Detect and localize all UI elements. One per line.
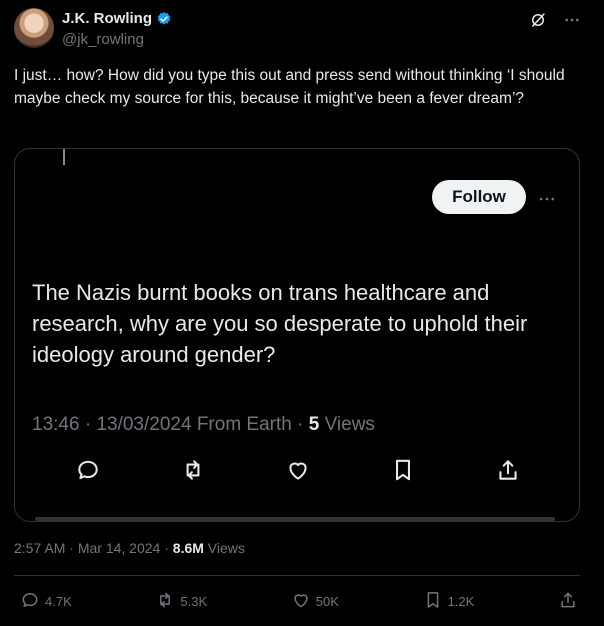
grok-icon[interactable] (528, 10, 548, 30)
repost-button[interactable]: 5.3K (155, 590, 207, 613)
embed-text: The Nazis burnt books on trans healthcar… (32, 280, 528, 367)
avatar[interactable] (14, 8, 54, 48)
embed-reply-icon[interactable] (73, 455, 103, 485)
share-button[interactable] (558, 590, 578, 613)
tweet-views-label: Views (207, 540, 245, 556)
tweet-meta: 2:57 AM · Mar 14, 2024 · 8.6M Views (14, 540, 245, 556)
bookmark-icon (423, 590, 443, 613)
embed-more-icon[interactable] (537, 189, 557, 209)
embed-bookmark-icon[interactable] (388, 455, 418, 485)
embed-action-bar (73, 455, 523, 485)
share-icon (558, 590, 578, 613)
embed-share-icon[interactable] (493, 455, 523, 485)
repost-count: 5.3K (180, 594, 208, 609)
more-icon[interactable] (562, 10, 582, 30)
embed-time: 13:46 (32, 414, 80, 435)
bookmark-button[interactable]: 1.2K (423, 590, 475, 613)
meta-separator: · (164, 540, 173, 556)
top-actions (528, 10, 582, 30)
tweet-date[interactable]: Mar 14, 2024 (78, 540, 161, 556)
embed-scrollbar[interactable] (35, 517, 555, 521)
follow-button[interactable]: Follow (432, 180, 526, 214)
bookmark-count: 1.2K (447, 594, 475, 609)
like-icon (291, 590, 311, 613)
author-handle[interactable]: @jk_rowling (62, 31, 144, 48)
author-name[interactable]: J.K. Rowling (62, 10, 152, 27)
meta-separator: · (297, 414, 309, 435)
tweet-time[interactable]: 2:57 AM (14, 540, 65, 556)
embed-views-label: Views (324, 414, 375, 435)
embed-meta: 13:46 · 13/03/2024 From Earth · 5 Views (32, 414, 375, 436)
like-button[interactable]: 50K (291, 590, 339, 613)
tweet-text: I just… how? How did you type this out a… (14, 67, 565, 107)
engagement-bar: 4.7K 5.3K 50K 1.2K (20, 590, 578, 613)
verified-badge-icon (156, 11, 172, 27)
embed-repost-icon[interactable] (178, 455, 208, 485)
tweet-views-count: 8.6M (172, 540, 204, 556)
embedded-screenshot[interactable]: Follow The Nazis burnt books on trans he… (14, 148, 580, 522)
meta-separator: · (84, 414, 97, 435)
divider (14, 575, 580, 576)
embed-like-icon[interactable] (283, 455, 313, 485)
author-name-row: J.K. Rowling (62, 10, 172, 27)
meta-separator: · (69, 540, 78, 556)
like-count: 50K (315, 594, 339, 609)
reply-icon (20, 590, 40, 613)
reply-count: 4.7K (45, 594, 72, 609)
embed-date: 13/03/2024 (96, 414, 192, 435)
embed-views-count: 5 (308, 414, 320, 435)
repost-icon (155, 590, 175, 613)
embed-source: From Earth (196, 414, 292, 435)
text-cursor (63, 149, 65, 165)
reply-button[interactable]: 4.7K (20, 590, 72, 613)
